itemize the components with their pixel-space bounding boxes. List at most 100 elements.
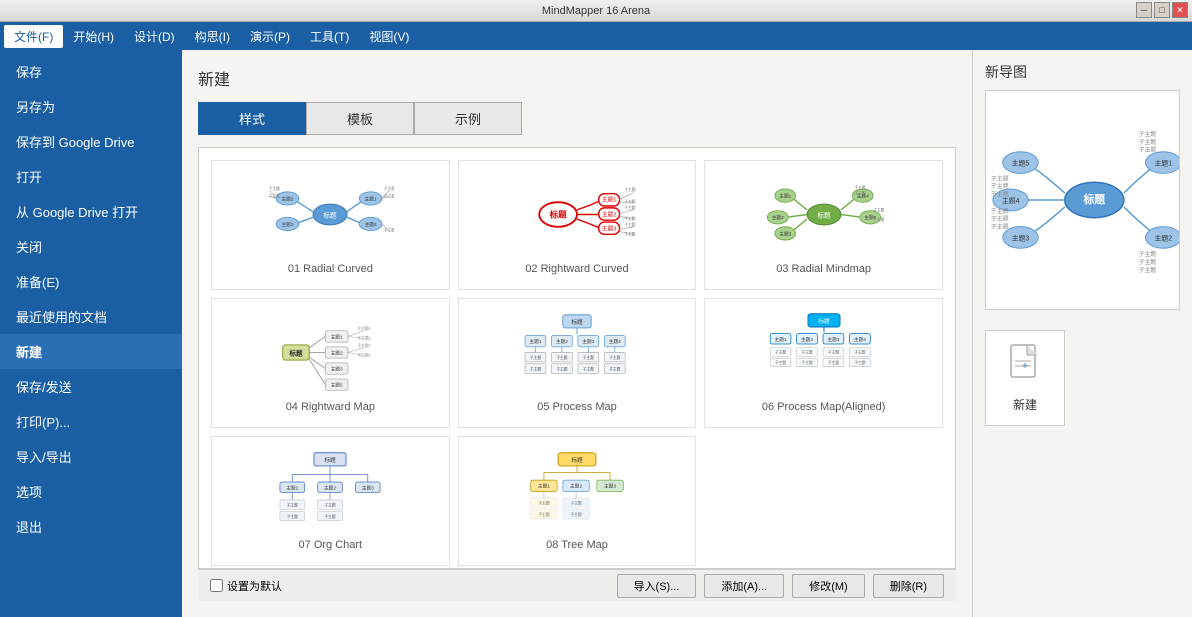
sidebar-options[interactable]: 选项 bbox=[0, 474, 182, 509]
svg-text:子主题: 子主题 bbox=[801, 359, 813, 364]
sidebar-saveas[interactable]: 另存为 bbox=[0, 89, 182, 124]
preview-svg-01: 标题 主题2 主题3 子主题 bbox=[266, 172, 394, 257]
card-label-06: 06 Process Map(Aligned) bbox=[762, 401, 886, 413]
svg-text:标题: 标题 bbox=[549, 209, 568, 219]
svg-text:子主题: 子主题 bbox=[991, 182, 1009, 190]
default-checkbox-label[interactable]: 设置为默认 bbox=[210, 578, 282, 594]
delete-button[interactable]: 删除(R) bbox=[873, 574, 944, 598]
card-preview-05: 标题 主题1 主题2 主题3 主题 bbox=[512, 307, 642, 397]
svg-text:标题: 标题 bbox=[1082, 192, 1105, 206]
svg-text:子主题: 子主题 bbox=[570, 512, 582, 517]
right-panel: 新导图 标题 主题5 主题4 主题3 bbox=[972, 50, 1192, 617]
svg-text:子主题: 子主题 bbox=[538, 512, 550, 517]
sidebar-save-gdrive[interactable]: 保存到 Google Drive bbox=[0, 124, 182, 159]
sidebar-import-export[interactable]: 导入/导出 bbox=[0, 439, 182, 474]
svg-text:子主题: 子主题 bbox=[583, 355, 595, 360]
sidebar-open[interactable]: 打开 bbox=[0, 159, 182, 194]
svg-text:子主题: 子主题 bbox=[1139, 130, 1157, 138]
svg-text:标题: 标题 bbox=[289, 348, 304, 357]
svg-text:子主题1: 子主题1 bbox=[358, 325, 371, 330]
style-card-04[interactable]: 标题 主题1 主题2 主题3 bbox=[211, 298, 450, 428]
preview-svg-04: 标题 主题1 主题2 主题3 bbox=[266, 310, 394, 395]
new-panel: 新建 样式 模板 示例 标题 bbox=[182, 50, 972, 617]
import-button[interactable]: 导入(S)... bbox=[617, 574, 697, 598]
card-preview-07: 标题 主题1 主题2 主题3 bbox=[265, 445, 395, 535]
style-card-06[interactable]: 标题 主题1 主题2 主题3 主题4 bbox=[704, 298, 943, 428]
card-preview-02: 标题 主题1 主题2 bbox=[512, 169, 642, 259]
svg-text:子主题: 子主题 bbox=[1139, 138, 1157, 146]
card-preview-03: 标题 主题1 主题2 主题3 bbox=[759, 169, 889, 259]
card-label-05: 05 Process Map bbox=[537, 401, 616, 413]
svg-text:子主题: 子主题 bbox=[538, 500, 550, 505]
menu-tools[interactable]: 工具(T) bbox=[300, 25, 359, 48]
menu-view[interactable]: 视图(V) bbox=[359, 25, 419, 48]
card-label-01: 01 Radial Curved bbox=[288, 263, 373, 275]
right-panel-content: 新导图 标题 主题5 主题4 主题3 bbox=[985, 62, 1180, 310]
svg-text:子主题: 子主题 bbox=[775, 349, 787, 354]
close-button[interactable]: ✕ bbox=[1172, 2, 1188, 18]
menu-file[interactable]: 文件(F) bbox=[4, 25, 63, 48]
svg-text:子主题2: 子主题2 bbox=[358, 335, 371, 340]
svg-text:子主题: 子主题 bbox=[854, 185, 866, 190]
svg-text:子主题: 子主题 bbox=[609, 366, 621, 371]
sidebar-prepare[interactable]: 准备(E) bbox=[0, 264, 182, 299]
svg-text:标题: 标题 bbox=[817, 210, 831, 219]
svg-text:子主题: 子主题 bbox=[827, 349, 839, 354]
svg-text:标题: 标题 bbox=[818, 317, 830, 325]
style-card-05[interactable]: 标题 主题1 主题2 主题3 主题 bbox=[458, 298, 697, 428]
app-title: MindMapper 16 Arena bbox=[542, 5, 650, 17]
svg-text:子主题: 子主题 bbox=[827, 359, 839, 364]
svg-text:标题: 标题 bbox=[325, 456, 337, 464]
style-card-02[interactable]: 标题 主题1 主题2 bbox=[458, 160, 697, 290]
svg-text:子主题: 子主题 bbox=[801, 349, 813, 354]
tab-template[interactable]: 模板 bbox=[306, 102, 414, 135]
svg-text:子主题: 子主题 bbox=[583, 366, 595, 371]
title-bar: MindMapper 16 Arena ─ □ ✕ bbox=[0, 0, 1192, 22]
svg-text:子主题: 子主题 bbox=[325, 502, 337, 507]
svg-text:子主题: 子主题 bbox=[570, 500, 582, 505]
svg-text:主题1: 主题1 bbox=[602, 195, 616, 203]
menu-think[interactable]: 构思(I) bbox=[185, 25, 240, 48]
preview-svg-06: 标题 主题1 主题2 主题3 主题4 bbox=[760, 310, 888, 395]
menu-present[interactable]: 演示(P) bbox=[240, 25, 300, 48]
sidebar-save[interactable]: 保存 bbox=[0, 54, 182, 89]
card-label-03: 03 Radial Mindmap bbox=[776, 263, 871, 275]
new-file-label: 新建 bbox=[1013, 396, 1037, 413]
tab-example[interactable]: 示例 bbox=[414, 102, 522, 135]
sidebar-save-send[interactable]: 保存/发送 bbox=[0, 369, 182, 404]
sidebar-exit[interactable]: 退出 bbox=[0, 509, 182, 544]
sidebar-new[interactable]: 新建 bbox=[0, 334, 182, 369]
sidebar-print[interactable]: 打印(P)... bbox=[0, 404, 182, 439]
default-label: 设置为默认 bbox=[227, 578, 282, 594]
style-grid[interactable]: 标题 主题2 主题3 子主题 bbox=[198, 147, 956, 569]
style-card-07[interactable]: 标题 主题1 主题2 主题3 bbox=[211, 436, 450, 566]
tab-style[interactable]: 样式 bbox=[198, 102, 306, 135]
modify-button[interactable]: 修改(M) bbox=[792, 574, 865, 598]
style-card-08[interactable]: 标题 主题1 主题2 主题3 bbox=[458, 436, 697, 566]
svg-text:子主题: 子主题 bbox=[530, 366, 542, 371]
new-file-card[interactable]: + 新建 bbox=[985, 330, 1065, 426]
sidebar-close[interactable]: 关闭 bbox=[0, 229, 182, 264]
style-card-01[interactable]: 标题 主题2 主题3 子主题 bbox=[211, 160, 450, 290]
default-checkbox[interactable] bbox=[210, 579, 223, 592]
preview-svg-08: 标题 主题1 主题2 主题3 bbox=[513, 448, 641, 533]
preview-svg-05: 标题 主题1 主题2 主题3 主题 bbox=[513, 310, 641, 395]
menu-design[interactable]: 设计(D) bbox=[124, 25, 185, 48]
svg-text:子主题: 子主题 bbox=[775, 359, 787, 364]
panel-title: 新建 bbox=[198, 66, 956, 90]
style-card-03[interactable]: 标题 主题1 主题2 主题3 bbox=[704, 160, 943, 290]
svg-text:子主题: 子主题 bbox=[991, 190, 1009, 198]
sidebar-recent[interactable]: 最近使用的文档 bbox=[0, 299, 182, 334]
svg-text:子主题: 子主题 bbox=[325, 513, 337, 518]
svg-text:子主题: 子主题 bbox=[991, 215, 1009, 223]
minimize-button[interactable]: ─ bbox=[1136, 2, 1152, 18]
sidebar-open-gdrive[interactable]: 从 Google Drive 打开 bbox=[0, 194, 182, 229]
menu-start[interactable]: 开始(H) bbox=[63, 25, 124, 48]
svg-text:子主题: 子主题 bbox=[624, 186, 636, 191]
svg-text:子主题: 子主题 bbox=[287, 513, 299, 518]
menu-bar: 文件(F) 开始(H) 设计(D) 构思(I) 演示(P) 工具(T) 视图(V… bbox=[0, 22, 1192, 50]
svg-text:子主题: 子主题 bbox=[556, 366, 568, 371]
add-button[interactable]: 添加(A)... bbox=[704, 574, 784, 598]
maximize-button[interactable]: □ bbox=[1154, 2, 1170, 18]
svg-text:子主题: 子主题 bbox=[556, 355, 568, 360]
